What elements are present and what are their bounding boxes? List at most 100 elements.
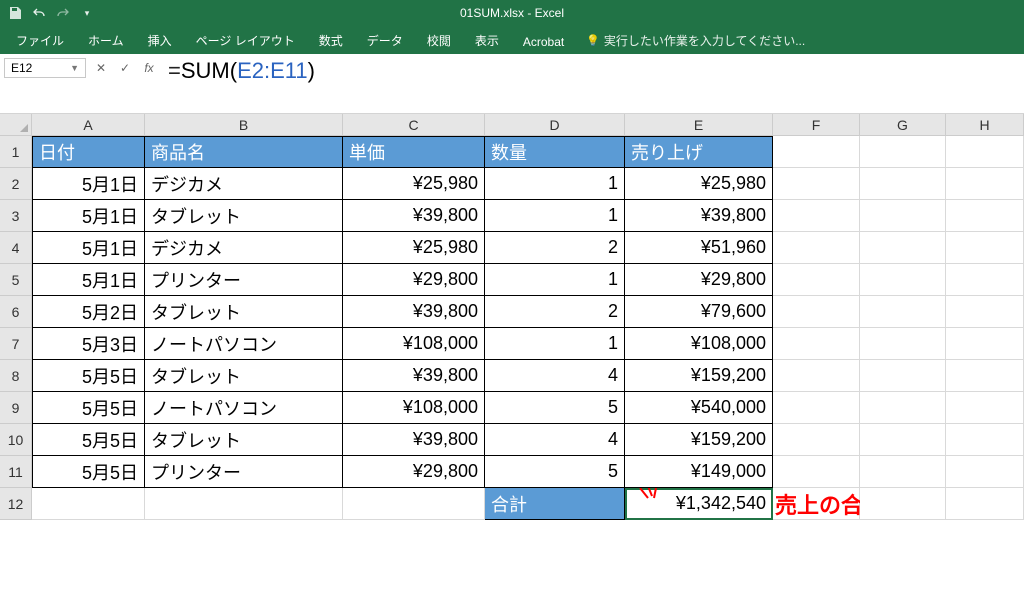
cell[interactable]	[946, 328, 1024, 360]
cell[interactable]: ¥51,960	[625, 232, 773, 264]
cell[interactable]	[946, 488, 1024, 520]
col-header-B[interactable]: B	[145, 114, 343, 136]
col-header-D[interactable]: D	[485, 114, 625, 136]
cell[interactable]	[860, 488, 946, 520]
row-header-1[interactable]: 1	[0, 136, 32, 168]
row-header-11[interactable]: 11	[0, 456, 32, 488]
cell[interactable]	[32, 488, 145, 520]
cell-G1[interactable]	[860, 136, 946, 168]
cell[interactable]: ¥39,800	[343, 424, 485, 456]
cell[interactable]: タブレット	[145, 200, 343, 232]
cell-F1[interactable]	[773, 136, 860, 168]
cell[interactable]: 5月1日	[32, 200, 145, 232]
cell[interactable]: デジカメ	[145, 168, 343, 200]
name-box[interactable]: E12 ▼	[4, 58, 86, 78]
row-header-7[interactable]: 7	[0, 328, 32, 360]
col-header-F[interactable]: F	[773, 114, 860, 136]
col-header-A[interactable]: A	[32, 114, 145, 136]
cell[interactable]: ¥39,800	[625, 200, 773, 232]
cell[interactable]	[946, 360, 1024, 392]
cell[interactable]: ノートパソコン	[145, 392, 343, 424]
tab-view[interactable]: 表示	[463, 27, 511, 54]
cell[interactable]: 5月1日	[32, 264, 145, 296]
cell[interactable]	[946, 424, 1024, 456]
cell[interactable]: 1	[485, 328, 625, 360]
cancel-icon[interactable]: ✕	[90, 58, 112, 78]
cell[interactable]: タブレット	[145, 360, 343, 392]
cell[interactable]: ¥25,980	[343, 168, 485, 200]
cell[interactable]: ¥108,000	[343, 328, 485, 360]
row-header-2[interactable]: 2	[0, 168, 32, 200]
row-header-6[interactable]: 6	[0, 296, 32, 328]
cell[interactable]: 5	[485, 456, 625, 488]
cell[interactable]	[773, 200, 860, 232]
undo-icon[interactable]	[30, 4, 48, 22]
col-header-G[interactable]: G	[860, 114, 946, 136]
tab-file[interactable]: ファイル	[4, 27, 76, 54]
cell[interactable]: 4	[485, 424, 625, 456]
cell-D1[interactable]: 数量	[485, 136, 625, 168]
cell[interactable]	[946, 168, 1024, 200]
cell[interactable]: 5月2日	[32, 296, 145, 328]
cell[interactable]	[946, 392, 1024, 424]
cell[interactable]	[773, 328, 860, 360]
cell[interactable]: ¥540,000	[625, 392, 773, 424]
cell-A1[interactable]: 日付	[32, 136, 145, 168]
cell[interactable]	[773, 424, 860, 456]
cell[interactable]: 5月5日	[32, 456, 145, 488]
cell[interactable]: ¥108,000	[625, 328, 773, 360]
cell[interactable]	[860, 360, 946, 392]
cell[interactable]	[946, 296, 1024, 328]
cell[interactable]	[946, 232, 1024, 264]
cell[interactable]	[860, 392, 946, 424]
cell-total-label[interactable]: 合計	[485, 488, 625, 520]
col-header-H[interactable]: H	[946, 114, 1024, 136]
tab-formulas[interactable]: 数式	[307, 27, 355, 54]
cell[interactable]	[773, 232, 860, 264]
row-header-4[interactable]: 4	[0, 232, 32, 264]
cell[interactable]: プリンター	[145, 456, 343, 488]
cell[interactable]	[860, 424, 946, 456]
cell[interactable]: ¥159,200	[625, 360, 773, 392]
cell[interactable]: ¥29,800	[343, 456, 485, 488]
tab-insert[interactable]: 挿入	[136, 27, 184, 54]
cell[interactable]: プリンター	[145, 264, 343, 296]
cell[interactable]	[773, 296, 860, 328]
cell[interactable]: 5月5日	[32, 360, 145, 392]
cell[interactable]: 2	[485, 232, 625, 264]
cell[interactable]: 2	[485, 296, 625, 328]
cell[interactable]	[343, 488, 485, 520]
cell[interactable]: タブレット	[145, 296, 343, 328]
cell[interactable]	[773, 360, 860, 392]
cell[interactable]	[946, 456, 1024, 488]
cell[interactable]	[773, 392, 860, 424]
cell[interactable]: ¥149,000	[625, 456, 773, 488]
cell[interactable]: ¥25,980	[625, 168, 773, 200]
cell[interactable]	[860, 232, 946, 264]
col-header-C[interactable]: C	[343, 114, 485, 136]
cell[interactable]	[773, 264, 860, 296]
cell[interactable]	[860, 456, 946, 488]
enter-icon[interactable]: ✓	[114, 58, 136, 78]
cell[interactable]: ¥29,800	[343, 264, 485, 296]
cell-B1[interactable]: 商品名	[145, 136, 343, 168]
cell[interactable]: 1	[485, 264, 625, 296]
cell[interactable]	[860, 200, 946, 232]
cell-E12[interactable]: ¥1,342,540	[625, 488, 773, 520]
row-header-3[interactable]: 3	[0, 200, 32, 232]
qat-customize-icon[interactable]: ▾	[78, 4, 96, 22]
cell[interactable]: ¥25,980	[343, 232, 485, 264]
cell[interactable]	[860, 264, 946, 296]
cell-C1[interactable]: 単価	[343, 136, 485, 168]
tab-acrobat[interactable]: Acrobat	[511, 30, 576, 54]
cell[interactable]: ¥79,600	[625, 296, 773, 328]
insert-function-icon[interactable]: fx	[138, 58, 160, 78]
col-header-E[interactable]: E	[625, 114, 773, 136]
cell[interactable]: 1	[485, 168, 625, 200]
formula-input[interactable]: =SUM(E2:E11)	[162, 56, 1024, 112]
cell[interactable]: 5月3日	[32, 328, 145, 360]
cell[interactable]	[946, 200, 1024, 232]
cell[interactable]: 5月5日	[32, 424, 145, 456]
save-icon[interactable]	[6, 4, 24, 22]
cell[interactable]: 5月5日	[32, 392, 145, 424]
